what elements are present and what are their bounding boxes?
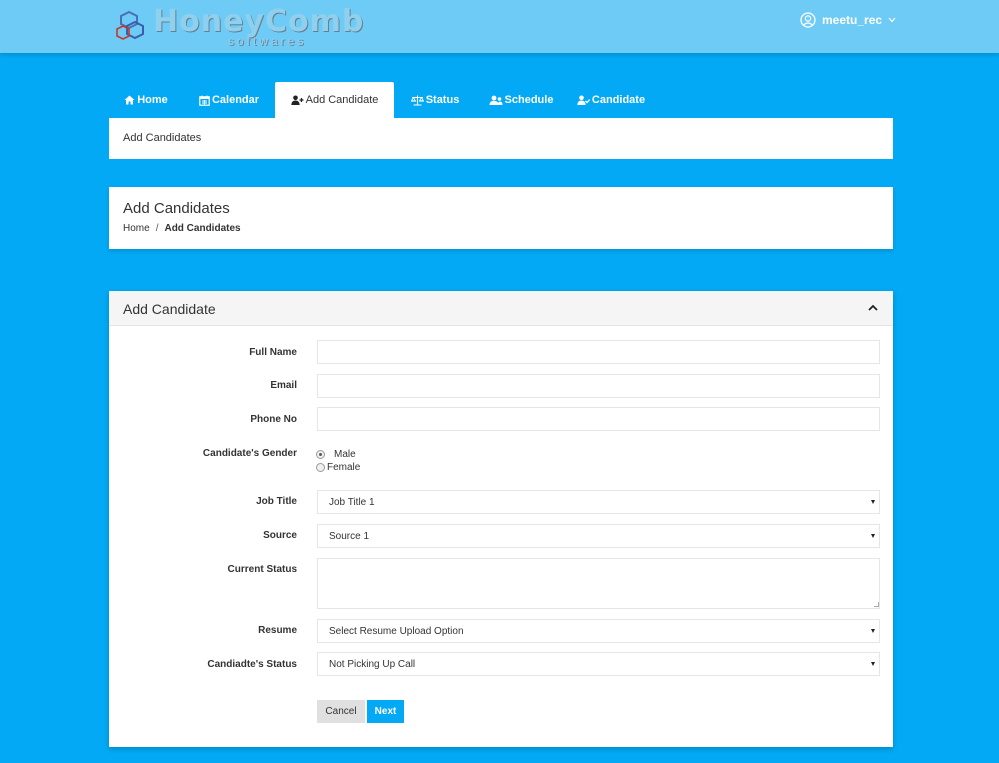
page-title: Add Candidates [123, 200, 230, 217]
tab-schedule[interactable]: Schedule [476, 82, 566, 118]
add-candidate-form: Add Candidate Full Name Email Phone No C… [109, 291, 893, 747]
current-status-label: Current Status [227, 564, 297, 575]
brand-logo[interactable]: HoneyComb softwares [115, 4, 363, 48]
breadcrumb: Home / Add Candidates [123, 223, 241, 234]
home-icon [124, 95, 135, 105]
tab-label: Calendar [211, 94, 260, 106]
user-menu[interactable]: meetu_rec [800, 11, 902, 29]
caret-down-icon [871, 662, 875, 666]
select-value: Source 1 [329, 530, 370, 542]
cancel-button[interactable]: Cancel [317, 700, 365, 723]
gender-radio-female[interactable]: Female [316, 462, 360, 473]
phone-label: Phone No [250, 414, 297, 425]
radio-label: Male [334, 449, 356, 460]
gender-label: Candidate's Gender [202, 448, 297, 459]
breadcrumb-separator: / [155, 223, 159, 234]
candidate-status-label: Candiadte's Status [207, 659, 297, 670]
source-select[interactable]: Source 1 [317, 524, 880, 548]
next-button[interactable]: Next [367, 700, 404, 723]
select-value: Not Picking Up Call [329, 658, 416, 670]
full-name-label: Full Name [249, 347, 297, 358]
tab-add-candidate[interactable]: Add Candidate [275, 82, 394, 118]
strip-label: Add Candidates [123, 132, 202, 144]
calendar-icon [199, 95, 210, 106]
resize-handle[interactable] [874, 602, 879, 607]
breadcrumb-current: Add Candidates [164, 223, 241, 234]
honeycomb-logo-icon [116, 10, 144, 40]
candidate-status-select[interactable]: Not Picking Up Call [317, 652, 880, 676]
radio-label: Female [327, 462, 361, 473]
email-label: Email [270, 380, 297, 391]
email-input[interactable] [317, 374, 880, 398]
resume-select[interactable]: Select Resume Upload Option [317, 619, 880, 643]
user-circle-icon [800, 12, 816, 28]
current-status-textarea[interactable] [317, 558, 880, 609]
tab-label: Add Candidate [305, 94, 379, 106]
chevron-up-icon[interactable] [867, 302, 879, 314]
top-navbar: HoneyComb softwares meetu_rec [0, 0, 999, 53]
full-name-input[interactable] [317, 340, 880, 364]
tab-label: Candidate [591, 94, 646, 106]
radio-button[interactable] [316, 463, 325, 472]
gender-radio-male[interactable]: Male [316, 449, 356, 460]
user-plus-icon [290, 95, 304, 105]
tab-label: Status [425, 94, 460, 106]
job-title-label: Job Title [256, 496, 297, 507]
chevron-down-icon [888, 17, 896, 23]
user-name: meetu_rec [822, 13, 883, 27]
tab-candidate[interactable]: Candidate [566, 82, 656, 118]
select-value: Select Resume Upload Option [329, 625, 464, 637]
caret-down-icon [871, 500, 875, 504]
breadcrumb-home[interactable]: Home [123, 223, 150, 234]
job-title-select[interactable]: Job Title 1 [317, 490, 880, 514]
caret-down-icon [871, 534, 875, 538]
main-tabs: Home Calendar Add Candidate Status Sched… [109, 82, 656, 118]
brand-sub: softwares [228, 34, 307, 48]
balance-scale-icon [410, 95, 424, 106]
user-check-icon [577, 95, 590, 105]
source-label: Source [263, 530, 297, 541]
phone-input[interactable] [317, 407, 880, 431]
form-header: Add Candidate [109, 291, 893, 326]
tab-label: Home [137, 94, 168, 106]
tab-home[interactable]: Home [109, 82, 183, 118]
radio-button[interactable] [316, 450, 325, 459]
page-header-card: Add Candidates Home / Add Candidates [109, 187, 893, 249]
tab-status[interactable]: Status [394, 82, 476, 118]
tab-calendar[interactable]: Calendar [183, 82, 275, 118]
tab-content-strip: Add Candidates [109, 118, 893, 159]
tab-label: Schedule [504, 94, 554, 106]
form-title: Add Candidate [123, 301, 216, 317]
select-value: Job Title 1 [329, 496, 375, 508]
caret-down-icon [871, 629, 875, 633]
resume-label: Resume [258, 625, 297, 636]
users-icon [489, 95, 503, 105]
